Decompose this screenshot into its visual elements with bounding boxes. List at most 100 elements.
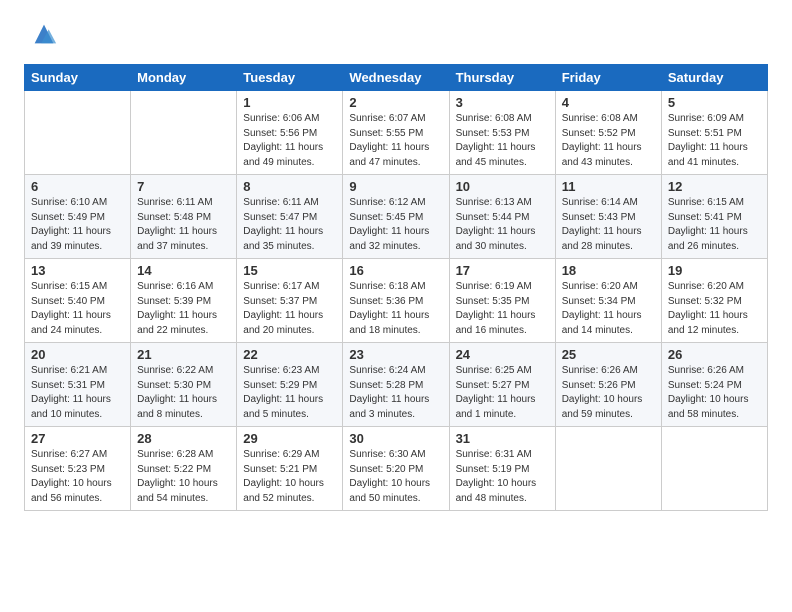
day-number: 6 [31, 179, 124, 194]
calendar-cell: 27Sunrise: 6:27 AM Sunset: 5:23 PM Dayli… [25, 427, 131, 511]
weekday-header-monday: Monday [131, 65, 237, 91]
day-info: Sunrise: 6:26 AM Sunset: 5:26 PM Dayligh… [562, 364, 655, 422]
day-number: 12 [668, 179, 761, 194]
day-info: Sunrise: 6:12 AM Sunset: 5:45 PM Dayligh… [349, 196, 442, 254]
calendar-week-row: 1 Sunrise: 6:06 AM Sunset: 5:56 PM Daylig… [25, 91, 768, 175]
calendar-cell: 4 Sunrise: 6:08 AM Sunset: 5:52 PM Daylig… [555, 91, 661, 175]
day-number: 22 [243, 347, 336, 362]
weekday-header-thursday: Thursday [449, 65, 555, 91]
day-info: Sunrise: 6:21 AM Sunset: 5:31 PM Dayligh… [31, 364, 124, 422]
calendar-cell: 24 Sunrise: 6:25 AM Sunset: 5:27 PM Dayli… [449, 343, 555, 427]
day-number: 8 [243, 179, 336, 194]
calendar-cell: 6 Sunrise: 6:10 AM Sunset: 5:49 PM Daylig… [25, 175, 131, 259]
weekday-header-friday: Friday [555, 65, 661, 91]
day-number: 20 [31, 347, 124, 362]
day-info: Sunrise: 6:09 AM Sunset: 5:51 PM Dayligh… [668, 112, 761, 170]
day-number: 2 [349, 95, 442, 110]
day-info: Sunrise: 6:15 AM Sunset: 5:41 PM Dayligh… [668, 196, 761, 254]
weekday-header-saturday: Saturday [661, 65, 767, 91]
day-info: Sunrise: 6:13 AM Sunset: 5:44 PM Dayligh… [456, 196, 549, 254]
logo [24, 20, 58, 48]
day-number: 5 [668, 95, 761, 110]
day-number: 10 [456, 179, 549, 194]
calendar-cell [25, 91, 131, 175]
day-info: Sunrise: 6:26 AM Sunset: 5:24 PM Dayligh… [668, 364, 761, 422]
day-number: 16 [349, 263, 442, 278]
calendar-body: 1 Sunrise: 6:06 AM Sunset: 5:56 PM Daylig… [25, 91, 768, 511]
day-number: 15 [243, 263, 336, 278]
day-info: Sunrise: 6:10 AM Sunset: 5:49 PM Dayligh… [31, 196, 124, 254]
weekday-header-wednesday: Wednesday [343, 65, 449, 91]
day-info: Sunrise: 6:30 AM Sunset: 5:20 PM Dayligh… [349, 448, 442, 506]
day-number: 21 [137, 347, 230, 362]
day-number: 28 [137, 431, 230, 446]
header [24, 20, 768, 48]
day-number: 7 [137, 179, 230, 194]
calendar-cell: 25 Sunrise: 6:26 AM Sunset: 5:26 PM Dayli… [555, 343, 661, 427]
calendar-cell: 19Sunrise: 6:20 AM Sunset: 5:32 PM Dayli… [661, 259, 767, 343]
calendar-cell: 12 Sunrise: 6:15 AM Sunset: 5:41 PM Dayli… [661, 175, 767, 259]
day-number: 30 [349, 431, 442, 446]
day-number: 26 [668, 347, 761, 362]
calendar-week-row: 6 Sunrise: 6:10 AM Sunset: 5:49 PM Daylig… [25, 175, 768, 259]
day-number: 3 [456, 95, 549, 110]
calendar-cell: 26 Sunrise: 6:26 AM Sunset: 5:24 PM Dayli… [661, 343, 767, 427]
day-number: 11 [562, 179, 655, 194]
day-info: Sunrise: 6:06 AM Sunset: 5:56 PM Dayligh… [243, 112, 336, 170]
day-info: Sunrise: 6:07 AM Sunset: 5:55 PM Dayligh… [349, 112, 442, 170]
logo-icon [30, 20, 58, 48]
day-info: Sunrise: 6:11 AM Sunset: 5:48 PM Dayligh… [137, 196, 230, 254]
calendar-cell: 1 Sunrise: 6:06 AM Sunset: 5:56 PM Daylig… [237, 91, 343, 175]
day-info: Sunrise: 6:11 AM Sunset: 5:47 PM Dayligh… [243, 196, 336, 254]
calendar-cell: 14Sunrise: 6:16 AM Sunset: 5:39 PM Dayli… [131, 259, 237, 343]
day-info: Sunrise: 6:16 AM Sunset: 5:39 PM Dayligh… [137, 280, 230, 338]
day-info: Sunrise: 6:08 AM Sunset: 5:53 PM Dayligh… [456, 112, 549, 170]
calendar-week-row: 20 Sunrise: 6:21 AM Sunset: 5:31 PM Dayli… [25, 343, 768, 427]
day-number: 19 [668, 263, 761, 278]
day-info: Sunrise: 6:20 AM Sunset: 5:34 PM Dayligh… [562, 280, 655, 338]
calendar-cell: 23 Sunrise: 6:24 AM Sunset: 5:28 PM Dayli… [343, 343, 449, 427]
day-number: 13 [31, 263, 124, 278]
calendar-cell: 16 Sunrise: 6:18 AM Sunset: 5:36 PM Dayli… [343, 259, 449, 343]
day-info: Sunrise: 6:22 AM Sunset: 5:30 PM Dayligh… [137, 364, 230, 422]
day-number: 24 [456, 347, 549, 362]
calendar-cell: 18 Sunrise: 6:20 AM Sunset: 5:34 PM Dayli… [555, 259, 661, 343]
day-number: 27 [31, 431, 124, 446]
calendar-cell: 22 Sunrise: 6:23 AM Sunset: 5:29 PM Dayli… [237, 343, 343, 427]
calendar-header: SundayMondayTuesdayWednesdayThursdayFrid… [25, 65, 768, 91]
page: SundayMondayTuesdayWednesdayThursdayFrid… [0, 0, 792, 531]
calendar-cell: 8 Sunrise: 6:11 AM Sunset: 5:47 PM Daylig… [237, 175, 343, 259]
calendar-table: SundayMondayTuesdayWednesdayThursdayFrid… [24, 64, 768, 511]
calendar-cell: 10 Sunrise: 6:13 AM Sunset: 5:44 PM Dayli… [449, 175, 555, 259]
calendar-cell: 29Sunrise: 6:29 AM Sunset: 5:21 PM Dayli… [237, 427, 343, 511]
calendar-cell [555, 427, 661, 511]
calendar-cell: 7 Sunrise: 6:11 AM Sunset: 5:48 PM Daylig… [131, 175, 237, 259]
day-info: Sunrise: 6:23 AM Sunset: 5:29 PM Dayligh… [243, 364, 336, 422]
calendar-cell [131, 91, 237, 175]
day-info: Sunrise: 6:08 AM Sunset: 5:52 PM Dayligh… [562, 112, 655, 170]
day-info: Sunrise: 6:19 AM Sunset: 5:35 PM Dayligh… [456, 280, 549, 338]
day-info: Sunrise: 6:15 AM Sunset: 5:40 PM Dayligh… [31, 280, 124, 338]
calendar-cell: 17 Sunrise: 6:19 AM Sunset: 5:35 PM Dayli… [449, 259, 555, 343]
weekday-header-tuesday: Tuesday [237, 65, 343, 91]
day-number: 1 [243, 95, 336, 110]
day-number: 31 [456, 431, 549, 446]
calendar-cell: 28 Sunrise: 6:28 AM Sunset: 5:22 PM Dayli… [131, 427, 237, 511]
day-number: 18 [562, 263, 655, 278]
day-number: 17 [456, 263, 549, 278]
calendar-cell: 3 Sunrise: 6:08 AM Sunset: 5:53 PM Daylig… [449, 91, 555, 175]
day-info: Sunrise: 6:28 AM Sunset: 5:22 PM Dayligh… [137, 448, 230, 506]
day-number: 25 [562, 347, 655, 362]
calendar-week-row: 27Sunrise: 6:27 AM Sunset: 5:23 PM Dayli… [25, 427, 768, 511]
day-info: Sunrise: 6:25 AM Sunset: 5:27 PM Dayligh… [456, 364, 549, 422]
day-number: 9 [349, 179, 442, 194]
day-number: 23 [349, 347, 442, 362]
day-number: 4 [562, 95, 655, 110]
calendar-cell: 9 Sunrise: 6:12 AM Sunset: 5:45 PM Daylig… [343, 175, 449, 259]
day-info: Sunrise: 6:24 AM Sunset: 5:28 PM Dayligh… [349, 364, 442, 422]
day-info: Sunrise: 6:18 AM Sunset: 5:36 PM Dayligh… [349, 280, 442, 338]
day-info: Sunrise: 6:14 AM Sunset: 5:43 PM Dayligh… [562, 196, 655, 254]
calendar-cell: 5 Sunrise: 6:09 AM Sunset: 5:51 PM Daylig… [661, 91, 767, 175]
calendar-cell: 31Sunrise: 6:31 AM Sunset: 5:19 PM Dayli… [449, 427, 555, 511]
calendar-cell [661, 427, 767, 511]
